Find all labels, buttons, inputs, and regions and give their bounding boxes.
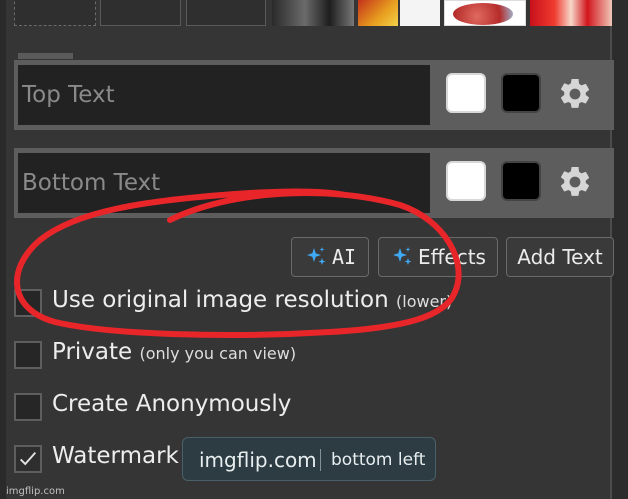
option-note: (lower) (396, 292, 453, 311)
template-thumbnail[interactable] (400, 0, 440, 26)
bottom-text-input[interactable] (18, 153, 430, 213)
watermark-site: imgflip.com (199, 448, 317, 472)
left-edge (0, 0, 6, 499)
anonymous-label[interactable]: Create Anonymously (52, 391, 291, 417)
thumbnail-art (453, 3, 513, 25)
text-color-swatch[interactable] (446, 73, 486, 113)
template-thumbnail[interactable] (444, 0, 526, 26)
thumbnail-slot[interactable] (100, 0, 181, 26)
private-checkbox[interactable] (14, 341, 42, 369)
right-edge (612, 0, 628, 499)
thumbnail-slot[interactable] (186, 0, 266, 26)
anonymous-checkbox[interactable] (14, 393, 42, 421)
effects-button-label: Effects (418, 245, 486, 269)
option-note: (only you can view) (139, 344, 297, 363)
sparkle-icon (393, 246, 412, 265)
watermark-separator (320, 449, 321, 471)
sparkle-icon (306, 246, 326, 265)
outline-color-swatch[interactable] (501, 73, 541, 113)
gear-icon[interactable] (557, 76, 593, 112)
option-label-text: Use original image resolution (52, 287, 389, 313)
original-resolution-label[interactable]: Use original image resolution (lower) (52, 287, 452, 313)
watermark-settings-pill[interactable]: imgflip.com bottom left (182, 437, 436, 481)
original-resolution-checkbox[interactable] (14, 289, 42, 317)
add-text-button-label: Add Text (517, 245, 603, 269)
imgflip-credit: imgflip.com (6, 486, 65, 497)
bottom-text-row (14, 148, 614, 218)
checkmark-icon (20, 451, 37, 466)
add-text-button[interactable]: Add Text (506, 237, 614, 277)
text-box-tab (18, 53, 73, 59)
template-thumbnail[interactable] (272, 0, 354, 26)
watermark-position: bottom left (331, 450, 426, 470)
ai-button[interactable]: AI (291, 237, 369, 277)
ai-button-label: AI (331, 245, 357, 269)
watermark-label[interactable]: Watermark (52, 443, 179, 469)
gear-icon[interactable] (557, 164, 593, 200)
template-thumbnail-strip (0, 0, 612, 28)
option-label-text: Private (52, 339, 133, 365)
private-label[interactable]: Private (only you can view) (52, 339, 296, 365)
outline-color-swatch[interactable] (501, 161, 541, 201)
top-text-input[interactable] (18, 65, 430, 125)
upload-thumbnail-slot[interactable] (14, 0, 96, 26)
effects-button[interactable]: Effects (378, 237, 498, 277)
template-thumbnail[interactable] (358, 0, 398, 26)
top-text-row (14, 60, 614, 130)
watermark-checkbox[interactable] (14, 445, 42, 473)
text-color-swatch[interactable] (446, 161, 486, 201)
template-thumbnail[interactable] (530, 0, 612, 26)
